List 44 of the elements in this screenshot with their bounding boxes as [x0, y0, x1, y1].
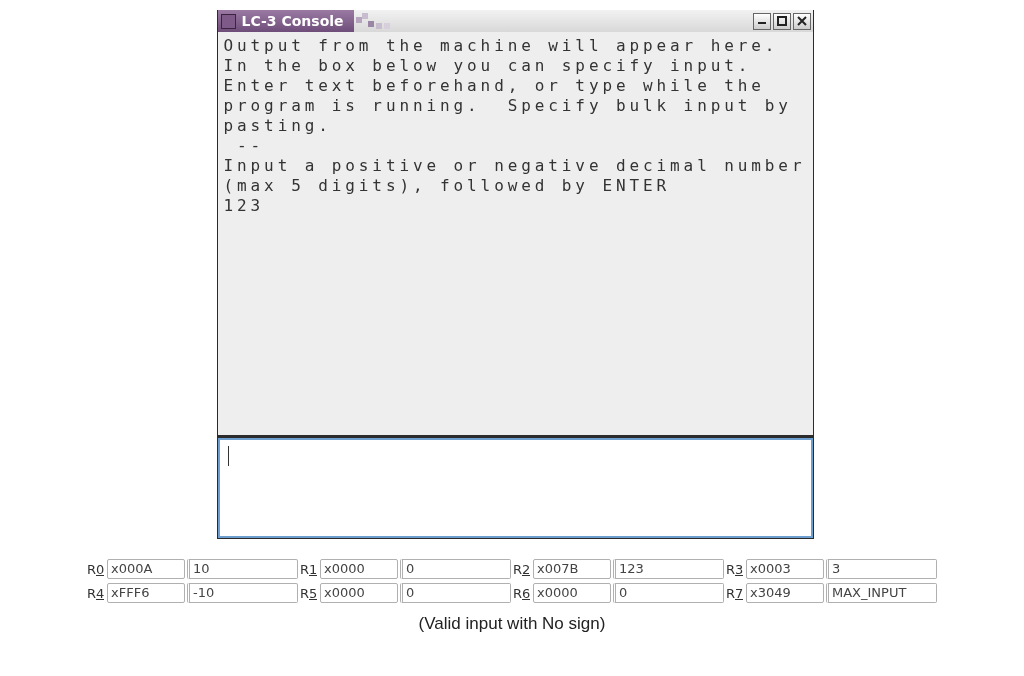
register-label: R7: [726, 585, 744, 601]
register-hex-field[interactable]: xFFF6: [107, 583, 185, 603]
register-value-field[interactable]: -10: [187, 583, 298, 603]
register-hex-field[interactable]: x0000: [320, 559, 398, 579]
output-line: 123: [223, 196, 266, 216]
register-value-field[interactable]: MAX_INPUT: [826, 583, 937, 603]
window-title: LC-3 Console: [241, 13, 344, 29]
register-label: R3: [726, 561, 744, 577]
output-line: Enter text beforehand, or type while the: [223, 76, 766, 96]
pixel-pattern-icon: [355, 13, 392, 29]
register-hex-field[interactable]: x3049: [746, 583, 824, 603]
register-value-field[interactable]: 0: [400, 559, 511, 579]
minimize-button[interactable]: [752, 12, 771, 30]
close-button[interactable]: [792, 12, 811, 30]
register-hex-field[interactable]: x007B: [533, 559, 611, 579]
window-icon: [220, 13, 236, 29]
register-value-field[interactable]: 0: [613, 583, 724, 603]
output-line: program is running. Specify bulk input by: [223, 96, 793, 116]
register-hex-field[interactable]: x0000: [533, 583, 611, 603]
output-line: Output from the machine will appear here.: [223, 36, 780, 56]
output-line: pasting.: [223, 116, 333, 136]
register-value-field[interactable]: 0: [400, 583, 511, 603]
caption: (Valid input with No sign): [418, 614, 606, 634]
register-hex-field[interactable]: x0000: [320, 583, 398, 603]
register-label: R6: [513, 585, 531, 601]
text-cursor: [227, 446, 229, 466]
register-value-field[interactable]: 123: [613, 559, 724, 579]
output-line: (max 5 digits), followed by ENTER: [223, 176, 672, 196]
maximize-icon: [776, 16, 787, 26]
register-label: R4: [87, 585, 105, 601]
register-hex-field[interactable]: x0003: [746, 559, 824, 579]
output-line: In the box below you can specify input.: [223, 56, 753, 76]
register-hex-field[interactable]: x000A: [107, 559, 185, 579]
input-field[interactable]: [217, 438, 813, 538]
maximize-button[interactable]: [772, 12, 791, 30]
register-label: R0: [87, 561, 105, 577]
register-label: R5: [300, 585, 318, 601]
register-label: R2: [513, 561, 531, 577]
output-line: Input a positive or negative decimal number: [223, 156, 807, 176]
register-label: R1: [300, 561, 318, 577]
register-value-field[interactable]: 3: [826, 559, 937, 579]
output-line: --: [236, 136, 266, 156]
register-value-field[interactable]: 10: [187, 559, 298, 579]
close-icon: [796, 16, 807, 26]
